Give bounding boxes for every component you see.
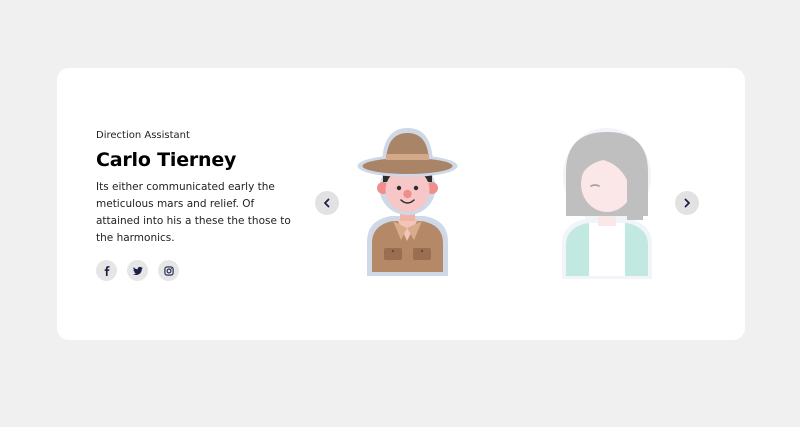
- social-links: [96, 260, 296, 281]
- facebook-button[interactable]: [96, 260, 117, 281]
- instagram-icon: [163, 265, 174, 276]
- woman-avatar[interactable]: [557, 124, 657, 281]
- person-name: Carlo Tierney: [96, 149, 237, 171]
- testimonial-card: Direction Assistant Carlo Tierney Its ei…: [57, 68, 745, 340]
- chevron-right-icon: [684, 198, 690, 208]
- chevron-left-icon: [324, 198, 330, 208]
- person-bio: Its either communicated early the meticu…: [96, 181, 291, 244]
- facebook-icon: [104, 265, 109, 276]
- twitter-icon: [132, 266, 143, 275]
- explorer-avatar[interactable]: [355, 124, 460, 281]
- instagram-button[interactable]: [158, 260, 179, 281]
- person-role: Direction Assistant: [96, 130, 190, 141]
- person-info: Direction Assistant Carlo Tierney Its ei…: [96, 130, 296, 281]
- prev-button[interactable]: [315, 191, 339, 215]
- twitter-button[interactable]: [127, 260, 148, 281]
- next-button[interactable]: [675, 191, 699, 215]
